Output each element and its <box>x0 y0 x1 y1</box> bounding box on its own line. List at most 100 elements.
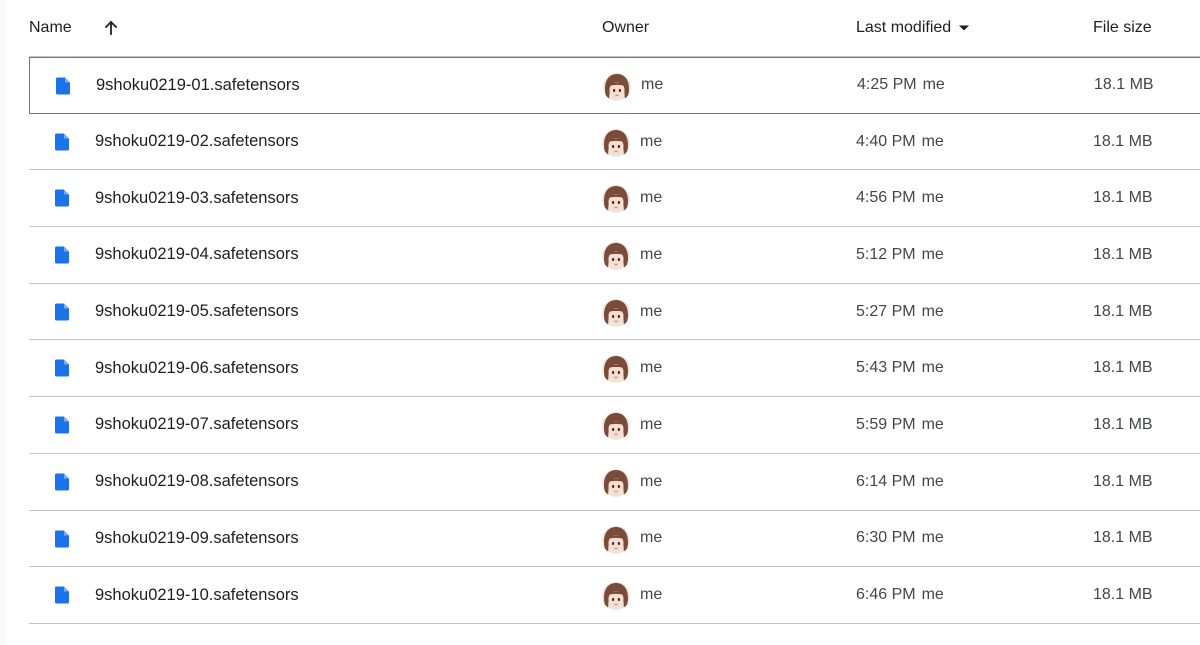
modified-by: me <box>921 529 944 547</box>
last-modified: 5:59 PM me <box>856 397 944 453</box>
owner-name: me <box>640 415 663 433</box>
file-icon <box>54 416 69 434</box>
owner-name: me <box>640 302 663 320</box>
owner-avatar <box>602 582 630 611</box>
file-name: 9shoku0219-07.safetensors <box>95 415 299 434</box>
owner-name: me <box>640 132 663 150</box>
owner-name: me <box>641 76 664 94</box>
last-modified-column-header[interactable]: Last modified <box>856 0 970 56</box>
file-name: 9shoku0219-05.safetensors <box>95 302 299 321</box>
name-column-label: Name <box>29 19 72 36</box>
file-size: 18.1 MB <box>1093 586 1153 604</box>
sidebar-edge <box>0 0 7 645</box>
file-icon <box>54 530 69 547</box>
file-size: 18.1 MB <box>1093 302 1153 320</box>
name-column-header[interactable]: Name <box>29 0 72 56</box>
owner-name: me <box>640 472 663 490</box>
owner-avatar <box>602 185 630 214</box>
file-size: 18.1 MB <box>1093 359 1153 377</box>
modified-time: 5:12 PM <box>856 245 916 263</box>
modified-by: me <box>921 359 944 377</box>
last-modified: 4:56 PM me <box>856 170 944 226</box>
file-name: 9shoku0219-06.safetensors <box>95 358 299 377</box>
last-modified: 5:27 PM me <box>856 284 944 340</box>
file-name: 9shoku0219-09.safetensors <box>95 528 299 547</box>
file-list-header: Name Owner Last modified File size <box>29 0 1200 57</box>
file-icon <box>54 359 69 377</box>
owner-name: me <box>640 529 663 547</box>
file-row[interactable]: 9shoku0219-09.safetensors me 6:30 PM me … <box>29 511 1200 568</box>
last-modified: 5:12 PM me <box>856 227 944 283</box>
file-row[interactable]: 9shoku0219-03.safetensors me 4:56 PM me … <box>29 170 1200 228</box>
file-icon <box>54 133 69 151</box>
file-size: 18.1 MB <box>1093 245 1153 263</box>
owner-avatar <box>602 525 630 554</box>
caret-down-icon <box>958 24 970 32</box>
owner-avatar <box>602 468 630 497</box>
owner-name: me <box>640 189 663 207</box>
modified-by: me <box>921 302 944 320</box>
file-icon <box>54 473 69 491</box>
modified-by: me <box>921 245 944 263</box>
owner-column-header[interactable]: Owner <box>602 0 649 56</box>
file-row[interactable]: 9shoku0219-08.safetensors me 6:14 PM me … <box>29 454 1200 511</box>
file-row[interactable]: 9shoku0219-04.safetensors me 5:12 PM me … <box>29 227 1200 284</box>
file-row[interactable]: 9shoku0219-05.safetensors me 5:27 PM me … <box>29 284 1200 341</box>
file-name: 9shoku0219-10.safetensors <box>95 585 299 604</box>
last-modified: 6:30 PM me <box>856 511 944 567</box>
file-icon <box>54 586 69 604</box>
owner-avatar <box>602 355 630 384</box>
file-row[interactable]: 9shoku0219-02.safetensors me 4:40 PM me … <box>29 114 1200 171</box>
last-modified: 4:25 PM me <box>857 58 945 113</box>
file-row[interactable]: 9shoku0219-01.safetensors me 4:25 PM me … <box>29 57 1200 114</box>
file-icon <box>54 189 69 207</box>
file-row[interactable]: 9shoku0219-07.safetensors me 5:59 PM me … <box>29 397 1200 454</box>
owner-avatar <box>603 73 631 101</box>
last-modified: 5:43 PM me <box>856 340 944 396</box>
modified-time: 6:46 PM <box>856 586 916 604</box>
file-rows: 9shoku0219-01.safetensors me 4:25 PM me … <box>29 57 1200 624</box>
owner-avatar <box>602 128 630 157</box>
modified-time: 5:27 PM <box>856 302 916 320</box>
modified-by: me <box>922 76 945 94</box>
file-size: 18.1 MB <box>1093 189 1153 207</box>
file-size: 18.1 MB <box>1094 76 1154 94</box>
file-size: 18.1 MB <box>1093 529 1153 547</box>
modified-time: 5:43 PM <box>856 359 916 377</box>
file-size: 18.1 MB <box>1093 472 1153 490</box>
file-name: 9shoku0219-01.safetensors <box>96 75 300 94</box>
modified-by: me <box>921 415 944 433</box>
sort-direction-button[interactable] <box>95 12 127 44</box>
file-size: 18.1 MB <box>1093 132 1153 150</box>
owner-name: me <box>640 586 663 604</box>
modified-by: me <box>921 189 944 207</box>
file-icon <box>55 77 70 95</box>
modified-by: me <box>921 586 944 604</box>
modified-by: me <box>921 132 944 150</box>
owner-avatar <box>602 412 630 441</box>
modified-time: 5:59 PM <box>856 415 916 433</box>
modified-time: 6:30 PM <box>856 529 916 547</box>
modified-time: 4:40 PM <box>856 132 916 150</box>
modified-time: 6:14 PM <box>856 472 916 490</box>
modified-time: 4:56 PM <box>856 189 916 207</box>
file-name: 9shoku0219-08.safetensors <box>95 472 299 491</box>
last-modified: 4:40 PM me <box>856 114 944 170</box>
file-icon <box>54 246 69 264</box>
file-list-view: Name Owner Last modified File size 9shok… <box>0 0 1200 645</box>
owner-name: me <box>640 359 663 377</box>
last-modified: 6:14 PM me <box>856 454 944 510</box>
file-size: 18.1 MB <box>1093 415 1153 433</box>
file-row[interactable]: 9shoku0219-06.safetensors me 5:43 PM me … <box>29 340 1200 398</box>
arrow-upward-icon <box>104 20 118 35</box>
last-modified-column-label: Last modified <box>856 19 952 36</box>
owner-avatar <box>602 242 630 271</box>
file-icon <box>54 303 69 321</box>
owner-name: me <box>640 245 663 263</box>
file-size-column-label: File size <box>1093 19 1152 36</box>
file-row[interactable]: 9shoku0219-10.safetensors me 6:46 PM me … <box>29 567 1200 624</box>
file-size-column-header[interactable]: File size <box>1093 0 1152 56</box>
owner-avatar <box>602 298 630 327</box>
modified-time: 4:25 PM <box>857 76 917 94</box>
last-modified: 6:46 PM me <box>856 567 944 623</box>
